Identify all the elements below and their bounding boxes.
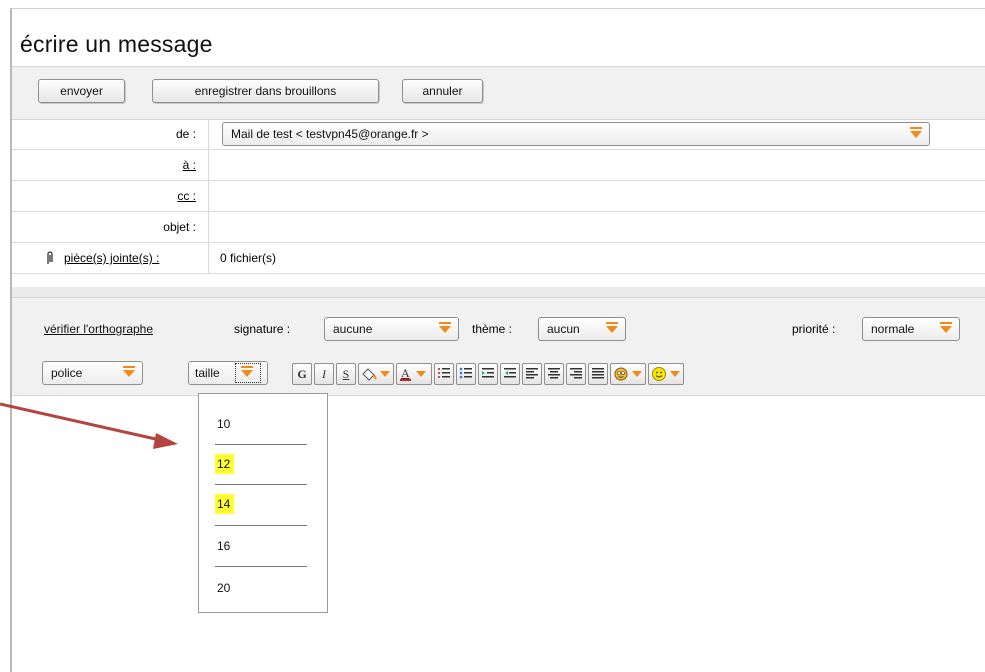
text-color-button[interactable]: A bbox=[396, 363, 432, 385]
font-value: police bbox=[51, 366, 83, 380]
size-option-16[interactable]: 16 bbox=[215, 536, 234, 556]
signature-select[interactable]: aucune bbox=[324, 317, 459, 341]
size-option-10[interactable]: 10 bbox=[215, 414, 234, 434]
from-select-value: Mail de test < testvpn45@orange.fr > bbox=[231, 127, 429, 141]
font-select[interactable]: police bbox=[42, 361, 143, 385]
outdent-icon bbox=[504, 368, 516, 378]
highlight-color-button[interactable] bbox=[358, 363, 394, 385]
indent-icon bbox=[482, 368, 494, 378]
priority-value: normale bbox=[871, 322, 915, 336]
subject-label: objet : bbox=[163, 220, 196, 234]
theme-label: thème : bbox=[472, 322, 513, 336]
cc-link[interactable]: cc : bbox=[177, 181, 196, 211]
paint-bucket-icon bbox=[362, 368, 390, 381]
align-left-icon bbox=[526, 368, 538, 379]
size-value: taille bbox=[195, 366, 220, 380]
menu-separator bbox=[215, 484, 307, 485]
save-draft-button[interactable]: enregistrer dans brouillons bbox=[152, 79, 379, 103]
bold-button[interactable]: G bbox=[292, 363, 312, 385]
attachments-row: pièce(s) jointe(s) : 0 fichier(s) bbox=[12, 243, 985, 274]
menu-separator bbox=[215, 525, 307, 526]
size-option-20[interactable]: 20 bbox=[215, 578, 234, 598]
paperclip-icon bbox=[47, 251, 53, 264]
to-link[interactable]: à : bbox=[183, 150, 196, 180]
chevron-down-icon bbox=[910, 127, 922, 138]
align-right-icon bbox=[570, 368, 582, 379]
menu-separator bbox=[215, 444, 307, 445]
numbered-list-icon bbox=[438, 368, 450, 378]
menu-separator bbox=[215, 566, 307, 567]
attachments-count: 0 fichier(s) bbox=[220, 251, 277, 265]
from-row: de : Mail de test < testvpn45@orange.fr … bbox=[12, 119, 985, 150]
section-divider bbox=[12, 287, 985, 298]
numbered-list-button[interactable] bbox=[434, 363, 454, 385]
outdent-button[interactable] bbox=[500, 363, 520, 385]
size-option-14[interactable]: 14 bbox=[215, 494, 235, 514]
chevron-down-icon bbox=[940, 322, 952, 333]
chevron-down-icon bbox=[123, 366, 135, 377]
chevron-down-icon bbox=[439, 322, 451, 333]
text-color-icon: A bbox=[400, 366, 426, 381]
editor-toolbar bbox=[12, 298, 985, 396]
svg-text:A: A bbox=[401, 366, 410, 380]
align-center-icon bbox=[548, 368, 560, 379]
align-center-button[interactable] bbox=[544, 363, 564, 385]
justify-button[interactable] bbox=[588, 363, 608, 385]
size-dropdown-menu: 10 12 14 16 20 bbox=[198, 393, 328, 613]
to-row: à : bbox=[12, 150, 985, 181]
signature-value: aucune bbox=[333, 322, 373, 336]
align-right-button[interactable] bbox=[566, 363, 586, 385]
cancel-button[interactable]: annuler bbox=[402, 79, 483, 103]
italic-button[interactable]: I bbox=[314, 363, 334, 385]
subject-row: objet : bbox=[12, 212, 985, 243]
justify-icon bbox=[592, 368, 604, 379]
align-left-button[interactable] bbox=[522, 363, 542, 385]
theme-value: aucun bbox=[547, 322, 580, 336]
theme-select[interactable]: aucun bbox=[538, 317, 626, 341]
chevron-down-icon bbox=[241, 366, 253, 377]
chevron-down-icon bbox=[606, 322, 618, 333]
spellcheck-link[interactable]: vérifier l'orthographe bbox=[44, 322, 153, 336]
emoticon-face-icon bbox=[614, 367, 642, 381]
signature-label: signature : bbox=[234, 322, 291, 336]
compose-window: écrire un message envoyer enregistrer da… bbox=[10, 8, 985, 672]
cc-row: cc : bbox=[12, 181, 985, 212]
smiley-button[interactable] bbox=[648, 363, 684, 385]
priority-select[interactable]: normale bbox=[862, 317, 960, 341]
size-select[interactable]: taille bbox=[188, 361, 268, 385]
priority-label: priorité : bbox=[792, 322, 836, 336]
indent-button[interactable] bbox=[478, 363, 498, 385]
emoticon-button[interactable] bbox=[610, 363, 646, 385]
action-bar: envoyer enregistrer dans brouillons annu… bbox=[12, 66, 985, 120]
page-title: écrire un message bbox=[20, 31, 213, 57]
attachments-link[interactable]: pièce(s) jointe(s) : bbox=[64, 243, 159, 273]
bullet-list-icon bbox=[459, 367, 472, 379]
send-button[interactable]: envoyer bbox=[38, 79, 125, 103]
bullet-list-button[interactable] bbox=[456, 363, 476, 385]
underline-button[interactable]: S bbox=[336, 363, 356, 385]
smiley-icon bbox=[652, 367, 680, 381]
from-label: de : bbox=[175, 127, 196, 141]
size-option-12[interactable]: 12 bbox=[215, 454, 235, 474]
from-select[interactable]: Mail de test < testvpn45@orange.fr > bbox=[222, 122, 930, 146]
